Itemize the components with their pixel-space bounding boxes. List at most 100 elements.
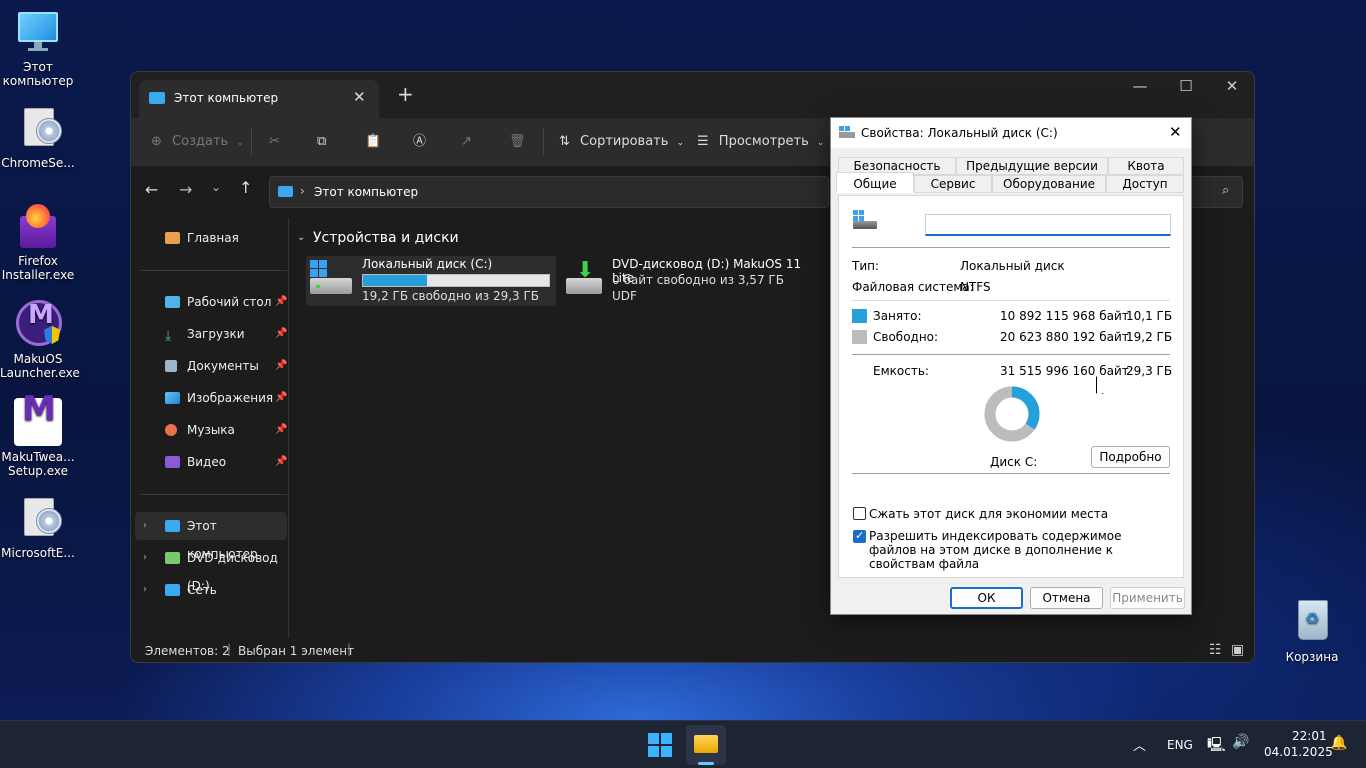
- recent-chevron-icon[interactable]: ⌄: [211, 180, 221, 194]
- drive-c-tile[interactable]: Локальный диск (C:) 19,2 ГБ свободно из …: [306, 256, 556, 306]
- copy-icon[interactable]: ⧉: [317, 130, 326, 154]
- close-button[interactable]: ✕: [1209, 72, 1254, 102]
- tab-general-active[interactable]: Общие: [836, 172, 914, 193]
- dialog-close-icon[interactable]: ✕: [1169, 123, 1182, 141]
- apply-button[interactable]: Применить: [1110, 587, 1185, 609]
- view-button[interactable]: ☰ Просмотреть ⌄: [697, 130, 824, 154]
- plus-circle-icon: ⊕: [151, 134, 162, 149]
- notification-bell-icon[interactable]: 🔔: [1330, 735, 1347, 751]
- desktop-icon-microsoft-edge[interactable]: MicrosoftE...: [0, 494, 76, 560]
- local-disk-icon: [310, 260, 352, 298]
- desktop-icon-label: ChromeSe...: [1, 156, 75, 170]
- this-pc-icon: [149, 92, 165, 104]
- tiles-view-icon[interactable]: ▣: [1231, 642, 1244, 658]
- search-box[interactable]: ⌕: [1191, 176, 1243, 208]
- details-button[interactable]: Подробно: [1091, 446, 1170, 468]
- network-icon: [165, 584, 180, 596]
- explorer-tab[interactable]: Этот компьютер ✕: [139, 80, 379, 118]
- pin-icon[interactable]: 📌: [275, 416, 287, 444]
- nav-item-pictures[interactable]: Изображения 📌: [135, 384, 287, 412]
- pin-icon[interactable]: 📌: [275, 288, 287, 316]
- expand-chevron-icon[interactable]: ›: [143, 512, 147, 540]
- up-arrow-icon[interactable]: ↑: [239, 178, 252, 197]
- taskbar-file-explorer[interactable]: [686, 725, 726, 765]
- nav-item-documents[interactable]: Документы 📌: [135, 352, 287, 380]
- network-icon[interactable]: 🖳: [1207, 734, 1226, 758]
- drive-name: Локальный диск (C:): [362, 257, 493, 271]
- index-checkbox[interactable]: ✓: [853, 529, 866, 543]
- desktop-icon-makuos-launcher[interactable]: M MakuOS Launcher.exe: [0, 300, 80, 380]
- pictures-icon: [165, 392, 180, 404]
- share-icon[interactable]: ↗: [461, 130, 472, 154]
- pin-icon[interactable]: 📌: [275, 448, 287, 476]
- compress-checkbox[interactable]: [853, 507, 866, 520]
- desktop-icon-this-pc[interactable]: Этот компьютер: [0, 8, 76, 88]
- nav-item-downloads[interactable]: ⤓ Загрузки 📌: [135, 320, 287, 348]
- video-icon: [165, 456, 180, 468]
- create-button[interactable]: ⊕ Создать ⌄: [151, 130, 244, 154]
- new-tab-icon[interactable]: +: [397, 82, 414, 106]
- installer-icon: [14, 104, 62, 152]
- cancel-button[interactable]: Отмена: [1030, 587, 1103, 609]
- capacity-bytes: 31 515 996 160 байт: [1000, 364, 1129, 378]
- ok-button[interactable]: ОК: [950, 587, 1023, 609]
- selection-count: Выбран 1 элемент: [238, 644, 355, 658]
- back-arrow-icon[interactable]: ←: [145, 180, 158, 199]
- compress-label: Сжать этот диск для экономии места: [869, 507, 1109, 521]
- clock-date[interactable]: 04.01.2025: [1264, 745, 1333, 759]
- drive-d-tile[interactable]: ⬇ DVD-дисковод (D:) MakuOS 11 Lite 0 бай…: [566, 256, 826, 306]
- tab-previous-versions[interactable]: Предыдущие версии: [956, 157, 1108, 175]
- collapse-chevron-icon[interactable]: ⌄: [297, 232, 305, 243]
- nav-label: Видео: [187, 455, 227, 469]
- delete-icon[interactable]: 🗑: [509, 130, 526, 154]
- tab-sharing[interactable]: Доступ: [1106, 175, 1184, 193]
- used-size: 10,1 ГБ: [1126, 309, 1173, 323]
- chevron-down-icon: ⌄: [676, 138, 685, 148]
- firefox-installer-icon: [14, 202, 62, 250]
- nav-item-desktop[interactable]: Рабочий стол 📌: [135, 288, 287, 316]
- general-tab-panel: Тип: Локальный диск Файловая система: NT…: [838, 195, 1184, 578]
- paste-icon[interactable]: 📋: [365, 130, 381, 154]
- start-button[interactable]: [648, 733, 672, 757]
- nav-item-dvd-drive[interactable]: › DVD-дисковод (D:): [135, 544, 287, 593]
- tab-hardware[interactable]: Оборудование: [992, 175, 1106, 193]
- makutweaker-icon: M: [14, 392, 62, 446]
- download-icon: ⤓: [165, 328, 172, 344]
- pin-icon[interactable]: 📌: [275, 384, 287, 412]
- address-bar[interactable]: › Этот компьютер: [269, 176, 829, 208]
- nav-item-network[interactable]: › Сеть: [135, 576, 287, 604]
- nav-item-this-pc[interactable]: › Этот компьютер: [135, 512, 287, 561]
- pin-icon[interactable]: 📌: [275, 320, 287, 348]
- details-view-icon[interactable]: ☷: [1209, 642, 1222, 658]
- sort-button[interactable]: ⇅ Сортировать ⌄: [559, 130, 684, 154]
- nav-label: Документы: [187, 359, 259, 373]
- makuos-logo-icon: M: [14, 300, 62, 348]
- forward-arrow-icon[interactable]: →: [179, 180, 192, 199]
- tab-tools[interactable]: Сервис: [914, 175, 992, 193]
- rename-icon[interactable]: Ⓐ: [413, 130, 426, 154]
- close-tab-icon[interactable]: ✕: [353, 88, 366, 106]
- desktop-icon-chrome-setup[interactable]: ChromeSe...: [0, 104, 76, 170]
- nav-item-videos[interactable]: Видео 📌: [135, 448, 287, 476]
- volume-icon[interactable]: 🔊: [1232, 734, 1249, 750]
- home-icon: [165, 232, 180, 244]
- clock-time[interactable]: 22:01: [1292, 729, 1327, 743]
- show-hidden-icons-icon[interactable]: ︿: [1133, 735, 1146, 754]
- desktop-icon-makutweaker-setup[interactable]: M MakuTwea... Setup.exe: [0, 392, 76, 478]
- maximize-button[interactable]: ☐: [1163, 72, 1209, 102]
- nav-item-music[interactable]: Музыка 📌: [135, 416, 287, 444]
- minimize-button[interactable]: —: [1117, 72, 1163, 102]
- tab-quota[interactable]: Квота: [1108, 157, 1184, 175]
- desktop-icon-firefox-installer[interactable]: Firefox Installer.exe: [0, 202, 76, 282]
- chevron-down-icon: ⌄: [236, 138, 244, 148]
- nav-item-home[interactable]: Главная: [135, 224, 287, 252]
- section-header[interactable]: Устройства и диски: [313, 230, 459, 246]
- desktop-icon-recycle-bin[interactable]: ♻ Корзина: [1274, 598, 1350, 664]
- pin-icon[interactable]: 📌: [275, 352, 287, 380]
- drive-name-field[interactable]: [925, 214, 1171, 236]
- expand-chevron-icon[interactable]: ›: [143, 544, 147, 572]
- expand-chevron-icon[interactable]: ›: [143, 576, 147, 604]
- language-indicator[interactable]: ENG: [1167, 738, 1193, 752]
- cut-icon[interactable]: ✂: [269, 130, 280, 154]
- free-size: 19,2 ГБ: [1126, 330, 1173, 344]
